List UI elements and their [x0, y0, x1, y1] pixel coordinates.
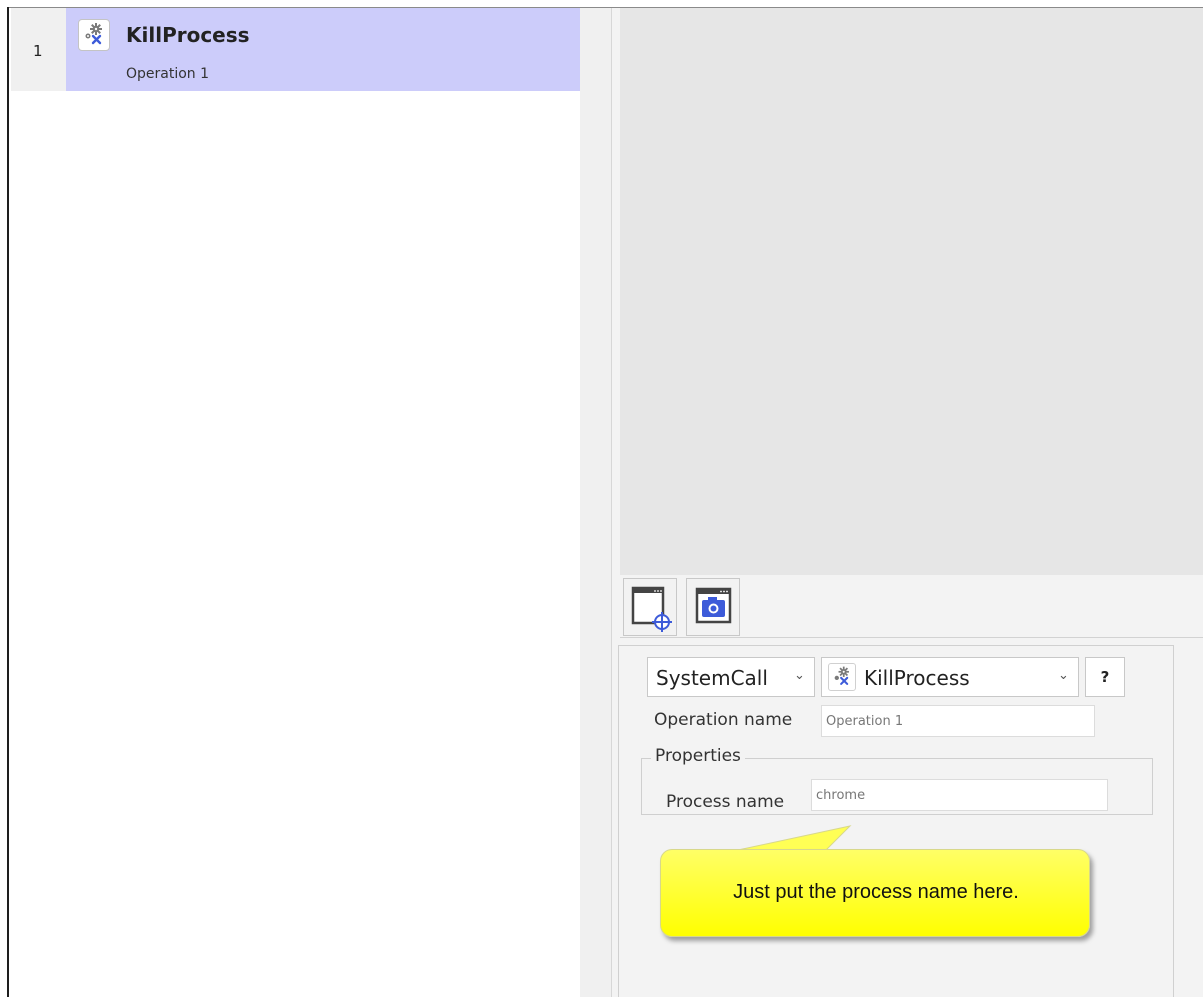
capture-toolbar: [620, 575, 1203, 638]
operation-name-field[interactable]: [821, 705, 1095, 737]
process-name-field[interactable]: [811, 779, 1108, 811]
action-select-value: KillProcess: [864, 666, 970, 690]
category-select-value: SystemCall: [656, 666, 768, 690]
properties-group-label: Properties: [651, 746, 745, 766]
chevron-down-icon: ⌄: [794, 668, 805, 683]
callout-note: Just put the process name here.: [660, 849, 1090, 937]
window-target-icon: [631, 586, 672, 632]
properties-panel: [618, 645, 1174, 997]
callout-text: Just put the process name here.: [733, 881, 1019, 903]
preview-area: [620, 8, 1203, 575]
select-target-button[interactable]: [623, 578, 677, 636]
category-select[interactable]: SystemCall ⌄: [647, 657, 815, 697]
list-item[interactable]: 1 KillProcess Operation 1: [11, 8, 580, 91]
operation-title: KillProcess: [126, 23, 250, 47]
action-select[interactable]: KillProcess ⌄: [821, 657, 1079, 697]
row-number: 1: [33, 42, 43, 60]
operation-subtitle: Operation 1: [126, 66, 210, 82]
chevron-down-icon: ⌄: [1058, 668, 1069, 683]
capture-screenshot-button[interactable]: [686, 578, 740, 636]
window-top-border: [0, 0, 1203, 8]
process-name-label: Process name: [666, 792, 785, 812]
window-left-border: [0, 7, 9, 997]
pane-splitter[interactable]: [580, 8, 612, 997]
gear-x-icon: [828, 663, 856, 691]
operation-row-selected[interactable]: KillProcess Operation 1: [66, 8, 580, 91]
window-camera-icon: [695, 587, 732, 624]
gear-x-icon: [78, 19, 110, 51]
help-button[interactable]: ?: [1085, 657, 1125, 697]
operation-name-label: Operation name: [654, 710, 793, 730]
operation-list: 1 KillProcess Operation 1: [11, 8, 580, 997]
row-number-cell: 1: [11, 8, 66, 91]
